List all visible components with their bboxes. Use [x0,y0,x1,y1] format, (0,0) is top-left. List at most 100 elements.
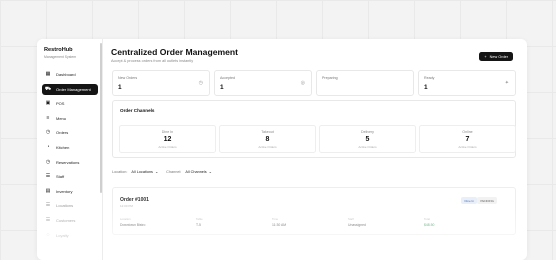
order-channels-panel: Order Channels Dine In 12 Active Orders Tak… [112,100,516,158]
channel-count: 12 [163,136,172,143]
sidebar-item-menu[interactable]: ≡ Menu [42,113,98,124]
sidebar-item-label: Dashboard [56,72,76,77]
order-field-location: Location Downtown Bistro [120,217,196,227]
sidebar-item-loyalty[interactable]: ◌ Loyalty [42,230,98,241]
order-card[interactable]: Order #1001 12:00 PM Dine In PENDING Loc… [112,187,516,235]
staff-icon: ☰ [45,173,51,180]
clock-icon: ◷ [198,80,203,86]
order-field-value: T-5 [196,222,201,227]
order-field-staff: Staff Unassigned [348,217,424,227]
sidebar-scrollbar[interactable] [100,43,102,193]
stat-value: 1 [118,84,122,91]
channel-filter-label: Channel: [166,169,182,174]
page-subtitle: Accept & process orders from all outlets… [111,59,194,63]
filters-bar: Location: All Locations ⌄ Channel: All C… [112,169,220,175]
sidebar-item-kitchen[interactable]: ◔ Kitchen [42,142,98,153]
sidebar-item-label: Customers [56,217,76,223]
box-icon: ▤ [45,187,51,194]
channel-name: Takeout [261,130,274,134]
order-time: 12:00 PM [120,204,133,208]
clock-icon: ◷ [45,129,51,136]
order-field-value: $48.50 [424,222,435,227]
new-order-button[interactable]: + New Order [479,52,513,61]
sidebar-item-label: Staff [56,174,65,180]
main-content: Centralized Order Management Accept & pr… [111,39,527,260]
channel-card-takeout[interactable]: Takeout 8 Active Orders [219,125,316,153]
sidebar-item-label: Order Management [56,86,91,92]
order-field-label: Total [424,217,430,221]
order-field-label: Table [196,217,203,221]
sidebar-item-dashboard[interactable]: ▦ Dashboard [42,69,98,80]
stat-label: New Orders [118,76,138,80]
stat-label: Ready [424,76,435,80]
channel-select[interactable]: All Channels ⌄ [185,169,212,175]
location-select-value: All Locations [131,169,153,174]
channel-count: 8 [265,136,270,143]
stat-value: 1 [424,84,428,91]
cart-icon: ⛟ [44,85,52,92]
sidebar-item-orders[interactable]: ◷ Orders [42,127,98,138]
pin-icon: ☰ [45,202,51,209]
sidebar-item-label: Loyalty [56,232,69,238]
sidebar-item-inventory[interactable]: ▤ Inventory [42,186,98,197]
page-title: Centralized Order Management [111,47,239,57]
channel-card-online[interactable]: Online 7 Active Orders [419,125,516,153]
channel-name: Dine In [161,130,174,134]
sidebar-nav: ▦ Dashboard ⛟ Order Management ▣ POS ≡ Menu ◷ Ord… [42,69,98,244]
channel-cards: Dine In 12 Active Orders Takeout 8 Active Ord… [119,125,516,153]
stat-card: Ready 1 ✦ [418,70,516,96]
sidebar-item-label: POS [56,101,65,107]
chevron-down-icon: ⌄ [208,170,212,174]
app-window: RestroHub Management System ▦ Dashboard ⛟ O… [37,39,527,260]
order-id: Order #1001 [120,197,149,203]
grid-icon: ▦ [45,71,51,77]
users-icon: ☰ [45,216,51,223]
new-order-label: New Order [489,54,508,59]
channel-select-value: All Channels [185,169,207,174]
sidebar-item-label: Menu [56,115,67,121]
sidebar-item-label: Kitchen [56,144,70,150]
channel-subtext: Active Orders [158,144,177,149]
order-field-value: 11:30 AM [272,222,287,227]
order-field-table: Table T-5 [196,217,272,227]
sidebar-item-order-management[interactable]: ⛟ Order Management [42,83,98,95]
stat-value: 1 [220,84,224,91]
order-field-time: Time 11:30 AM [272,217,348,227]
stat-label: Accepted [220,76,235,80]
sidebar-item-reservations[interactable]: ◷ Reservations [42,157,98,168]
stat-card: New Orders 1 ◷ [112,70,210,96]
location-filter-label: Location: [112,169,128,174]
sidebar-item-locations[interactable]: ☰ Locations [42,200,98,211]
check-icon: ◎ [300,80,305,86]
channel-subtext: Active Orders [258,144,277,149]
order-field-label: Location [120,217,131,221]
order-channels-title: Order Channels [120,108,155,113]
channel-name: Online [462,130,473,134]
stat-label: Preparing [322,76,338,80]
chevron-down-icon: ⌄ [154,170,159,174]
brand-subtitle: Management System [44,54,77,59]
sidebar-item-customers[interactable]: ☰ Customers [42,215,98,226]
channel-card-dine-in[interactable]: Dine In 12 Active Orders [119,125,216,153]
channel-subtext: Active Orders [458,144,477,149]
location-select[interactable]: All Locations ⌄ [131,169,159,175]
order-details: Location Downtown Bistro Table T-5 Time 11:30… [120,217,500,227]
sidebar-item-label: Orders [56,130,69,136]
sidebar-item-staff[interactable]: ☰ Staff [42,171,98,182]
sidebar: RestroHub Management System ▦ Dashboard ⛟ O… [37,39,103,260]
order-field-total: Total $48.50 [424,217,500,227]
kitchen-icon: ◔ [46,143,50,150]
channel-count: 5 [365,136,370,143]
order-field-value: Downtown Bistro [120,222,146,227]
channel-name: Delivery [361,130,374,134]
stats-row: New Orders 1 ◷ Accepted 1 ◎ Preparing Ready 1 ✦ [112,70,516,96]
status-badge: PENDING [477,197,497,204]
channel-card-delivery[interactable]: Delivery 5 Active Orders [319,125,416,153]
channel-badge: Dine In [461,197,477,204]
menu-icon: ≡ [46,114,50,121]
pos-icon: ▣ [45,100,51,107]
sidebar-item-pos[interactable]: ▣ POS [42,98,98,109]
channel-subtext: Active Orders [358,144,377,149]
stat-card: Preparing [316,70,414,96]
brand-name: RestroHub [44,47,73,53]
